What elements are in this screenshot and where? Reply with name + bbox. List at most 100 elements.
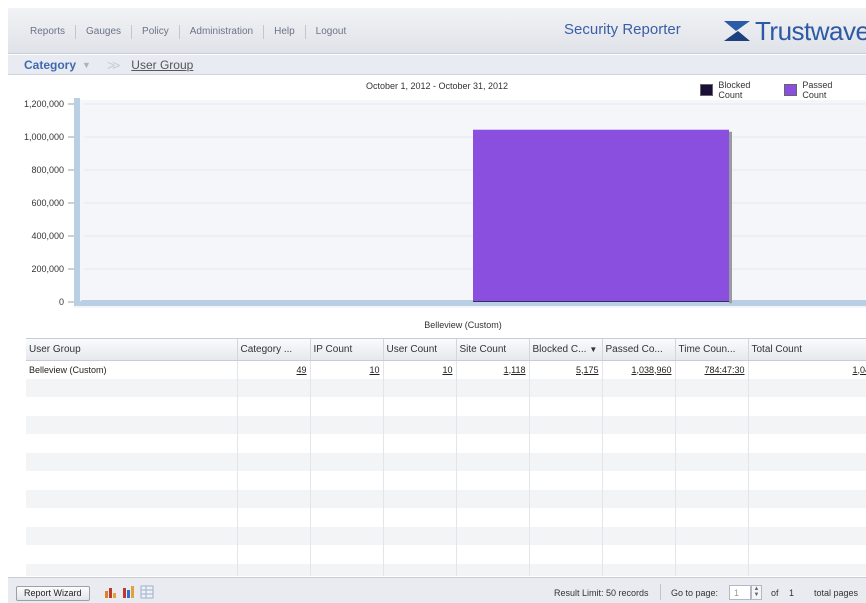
total-count-link[interactable]: 1,044,135: [852, 365, 866, 375]
table-row-empty: [26, 452, 866, 471]
breadcrumb-category-dropdown[interactable]: Category: [24, 58, 76, 72]
total-pages-value: 1: [789, 588, 795, 598]
empty-cell: [675, 545, 749, 564]
empty-cell: [748, 545, 866, 564]
empty-cell: [237, 471, 311, 490]
empty-cell: [383, 489, 457, 508]
cell-passed-count: 1,038,960: [602, 360, 676, 379]
empty-cell: [456, 452, 530, 471]
empty-cell: [383, 526, 457, 545]
empty-cell: [26, 563, 238, 576]
column-header-total-count[interactable]: Total Count: [748, 339, 866, 361]
y-tick-label: 200,000: [31, 264, 64, 274]
empty-cell: [529, 508, 603, 527]
legend-swatch-passed: [783, 84, 798, 96]
empty-cell: [26, 508, 238, 527]
y-tick-label: 0: [59, 297, 64, 307]
site-count-link[interactable]: 1,118: [504, 365, 526, 375]
ip-count-link[interactable]: 10: [369, 365, 379, 375]
legend-label-blocked: Blocked Count: [718, 80, 751, 100]
empty-cell: [602, 471, 676, 490]
passed-count-link[interactable]: 1,038,960: [631, 365, 671, 375]
empty-cell: [237, 452, 311, 471]
menu-logout[interactable]: Logout: [306, 25, 357, 39]
empty-cell: [602, 397, 676, 416]
blocked-count-link[interactable]: 5,175: [576, 365, 599, 375]
empty-cell: [529, 415, 603, 434]
menu-reports[interactable]: Reports: [20, 25, 77, 39]
empty-cell: [456, 397, 530, 416]
empty-cell: [748, 452, 866, 471]
cell-site-count: 1,118: [456, 360, 530, 379]
empty-cell: [383, 415, 457, 434]
empty-cell: [602, 415, 676, 434]
y-tick-label: 1,000,000: [24, 132, 64, 142]
cell-total-count: 1,044,135: [748, 360, 866, 379]
plot-background: [74, 100, 866, 308]
menu-help[interactable]: Help: [264, 25, 306, 39]
empty-cell: [237, 434, 311, 453]
legend-item-blocked: Blocked Count: [700, 80, 774, 100]
page-number-input[interactable]: [729, 585, 751, 600]
chevron-down-icon[interactable]: ▼: [82, 60, 91, 70]
empty-cell: [748, 563, 866, 576]
time-count-link[interactable]: 784:47:30: [704, 365, 744, 375]
empty-cell: [675, 489, 749, 508]
top-navigation-bar: Reports Gauges Policy Administration Hel…: [8, 8, 866, 54]
table-view-icon[interactable]: [140, 585, 154, 599]
brand-name: Trustwave: [755, 16, 866, 46]
table-header-row: User Group Category ... IP Count User Co…: [26, 339, 866, 361]
table-row-empty: [26, 526, 866, 545]
empty-cell: [383, 434, 457, 453]
empty-cell: [675, 563, 749, 576]
menu-policy[interactable]: Policy: [132, 25, 180, 39]
empty-cell: [310, 526, 384, 545]
column-header-user-count[interactable]: User Count: [383, 339, 457, 361]
results-table: User Group Category ... IP Count User Co…: [26, 338, 866, 576]
empty-cell: [310, 508, 384, 527]
column-header-ip-count[interactable]: IP Count: [310, 339, 384, 361]
bar-blocked: [473, 301, 729, 302]
cell-time-count: 784:47:30: [675, 360, 749, 379]
empty-cell: [602, 452, 676, 471]
bar-chart: 0 200,000 400,000 600,000 800,000 1,000,000 1,…: [24, 98, 866, 308]
y-tick-label: 600,000: [31, 198, 64, 208]
report-wizard-button[interactable]: Report Wizard: [16, 586, 90, 601]
empty-cell: [456, 471, 530, 490]
user-count-link[interactable]: 10: [442, 365, 452, 375]
menu-gauges[interactable]: Gauges: [76, 25, 133, 39]
page-stepper[interactable]: ▲ ▼: [751, 585, 762, 600]
empty-cell: [602, 526, 676, 545]
empty-cell: [310, 434, 384, 453]
stepper-down-icon[interactable]: ▼: [754, 592, 760, 598]
column-header-site-count[interactable]: Site Count: [456, 339, 530, 361]
menu-administration[interactable]: Administration: [180, 25, 265, 39]
column-header-time-count[interactable]: Time Coun...: [675, 339, 749, 361]
empty-cell: [383, 563, 457, 576]
empty-cell: [602, 489, 676, 508]
empty-cell: [456, 508, 530, 527]
of-label: of: [771, 588, 779, 598]
footer-divider: [660, 584, 661, 600]
bar-passed: [473, 129, 729, 302]
empty-cell: [529, 563, 603, 576]
breadcrumb-user-group-link[interactable]: User Group: [131, 58, 193, 72]
table-row-empty: [26, 434, 866, 453]
cell-ip-count: 10: [310, 360, 384, 379]
table-row-empty: [26, 471, 866, 490]
stacked-chart-icon[interactable]: [122, 585, 136, 599]
column-header-blocked-count[interactable]: Blocked C... ▼: [529, 339, 603, 361]
empty-cell: [26, 415, 238, 434]
column-header-passed-count[interactable]: Passed Co...: [602, 339, 676, 361]
column-header-user-group[interactable]: User Group: [26, 339, 238, 361]
empty-cell: [26, 452, 238, 471]
empty-cell: [529, 545, 603, 564]
bar-chart-icon[interactable]: [104, 585, 118, 599]
empty-cell: [602, 563, 676, 576]
table-row-empty: [26, 508, 866, 527]
column-header-category[interactable]: Category ...: [237, 339, 311, 361]
breadcrumb: Category ▼ >> User Group: [8, 55, 866, 75]
category-count-link[interactable]: 49: [296, 365, 306, 375]
legend-swatch-blocked: [700, 84, 714, 96]
empty-cell: [456, 378, 530, 397]
